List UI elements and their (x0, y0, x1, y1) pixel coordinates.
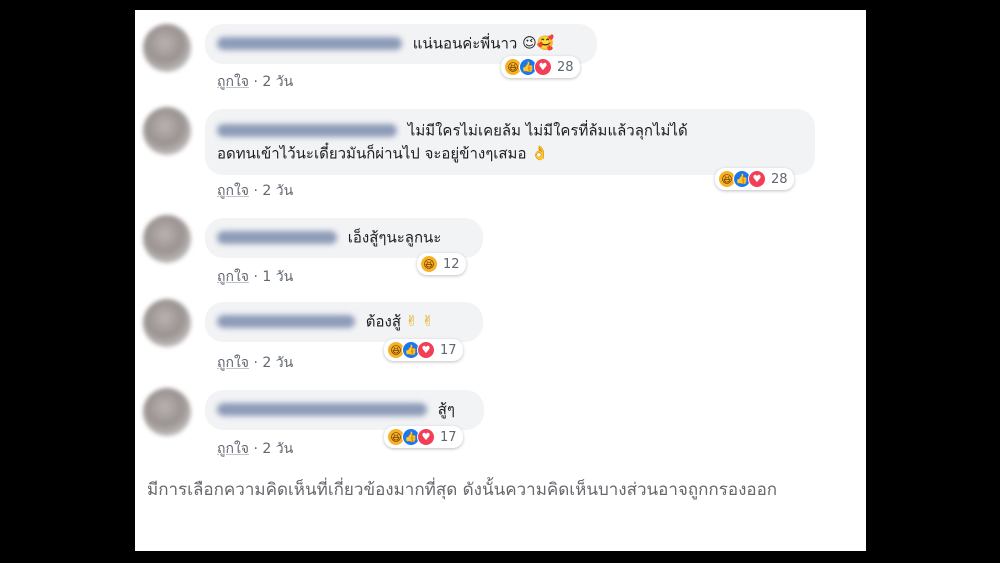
reaction-count: 12 (443, 256, 460, 272)
comment-meta: ถูกใจ · 2 วัน (217, 71, 293, 93)
filtered-comments-note: มีการเลือกความคิดเห็นที่เกี่ยวข้องมากที่… (147, 480, 778, 500)
like-link[interactable]: ถูกใจ (217, 441, 249, 457)
reactions-summary[interactable]: 😆 👍 ♥ 28 (715, 168, 794, 190)
comment-bubble: ไม่มีใครไม่เคยล้ม ไม่มีใครที่ล้มแล้วลุกไ… (205, 109, 815, 175)
separator-dot: · (253, 441, 258, 457)
comment-bubble: สู้ๆ (205, 390, 484, 430)
comment-time[interactable]: 2 วัน (262, 355, 293, 371)
commenter-name-blurred[interactable] (217, 124, 397, 137)
haha-reaction-icon: 😆 (420, 255, 438, 273)
comment-time[interactable]: 2 วัน (262, 441, 293, 457)
reaction-count: 17 (440, 429, 457, 445)
reactions-summary[interactable]: 😆 👍 ♥ 17 (384, 426, 463, 448)
like-link[interactable]: ถูกใจ (217, 74, 249, 90)
avatar[interactable] (143, 388, 191, 436)
reaction-count: 28 (771, 171, 788, 187)
comments-panel: แน่นอนค่ะพี่นาว 😉🥰 😆 👍 ♥ 28 ถูกใจ · 2 วั… (135, 10, 866, 551)
reactions-summary[interactable]: 😆 👍 ♥ 17 (384, 339, 463, 361)
reaction-count: 28 (557, 59, 574, 75)
emoji: 👌 (531, 145, 549, 161)
like-link[interactable]: ถูกใจ (217, 183, 249, 199)
comment-meta: ถูกใจ · 2 วัน (217, 438, 293, 460)
comment-bubble: ต้องสู้ ✌ ✌ (205, 302, 483, 342)
comment-meta: ถูกใจ · 2 วัน (217, 352, 293, 374)
avatar[interactable] (143, 299, 191, 347)
comment-text: สู้ๆ (437, 400, 455, 419)
love-reaction-icon: ♥ (534, 58, 552, 76)
love-reaction-icon: ♥ (417, 341, 435, 359)
commenter-name-blurred[interactable] (217, 37, 402, 50)
commenter-name-blurred[interactable] (217, 231, 337, 244)
commenter-name-blurred[interactable] (217, 315, 355, 328)
reaction-count: 17 (440, 342, 457, 358)
separator-dot: · (253, 269, 258, 285)
comment-meta: ถูกใจ · 2 วัน (217, 180, 293, 202)
comment-time[interactable]: 2 วัน (262, 183, 293, 199)
comment-text: แน่นอนค่ะพี่นาว (412, 34, 518, 53)
comment-text-line-2: อดทนเข้าไว้นะเดี๋ยวมันก็ผ่านไป จะอยู่ข้า… (217, 144, 527, 162)
emoji: 😉🥰 (522, 35, 555, 52)
love-reaction-icon: ♥ (417, 428, 435, 446)
comment-time[interactable]: 1 วัน (262, 269, 293, 285)
like-link[interactable]: ถูกใจ (217, 269, 249, 285)
separator-dot: · (253, 183, 258, 199)
emoji: ✌ ✌ (405, 313, 434, 330)
like-link[interactable]: ถูกใจ (217, 355, 249, 371)
avatar[interactable] (143, 24, 191, 72)
comment-text: เอ็งสู้ๆนะลูกนะ (347, 228, 442, 247)
separator-dot: · (253, 74, 258, 90)
comment-meta: ถูกใจ · 1 วัน (217, 266, 293, 288)
reactions-summary[interactable]: 😆 👍 ♥ 28 (501, 56, 580, 78)
comment-text: ต้องสู้ (365, 312, 402, 331)
reactions-summary[interactable]: 😆 12 (417, 253, 466, 275)
comment-time[interactable]: 2 วัน (262, 74, 293, 90)
comment-bubble: เอ็งสู้ๆนะลูกนะ (205, 218, 483, 258)
avatar[interactable] (143, 107, 191, 155)
commenter-name-blurred[interactable] (217, 403, 427, 416)
separator-dot: · (253, 355, 258, 371)
comment-text: ไม่มีใครไม่เคยล้ม ไม่มีใครที่ล้มแล้วลุกไ… (407, 121, 688, 140)
love-reaction-icon: ♥ (748, 170, 766, 188)
avatar[interactable] (143, 215, 191, 263)
